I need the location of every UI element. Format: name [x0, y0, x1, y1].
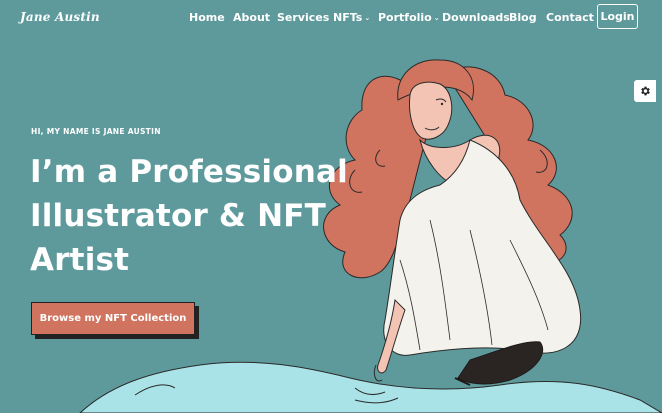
nav-item-nfts[interactable]: NFTs ⌄ [333, 11, 370, 24]
hero-kicker: HI, MY NAME IS JANE AUSTIN [31, 127, 161, 136]
nav-item-blog[interactable]: Blog [509, 11, 537, 24]
nav-item-about[interactable]: About [233, 11, 270, 24]
browse-nft-collection-button[interactable]: Browse my NFT Collection [31, 302, 195, 335]
settings-button[interactable] [634, 80, 656, 102]
nav-item-label: Downloads [442, 11, 510, 24]
site-logo[interactable]: Jane Austin [20, 10, 100, 24]
nav-item-label: Home [189, 11, 225, 24]
nav-item-label: Services [277, 11, 330, 24]
nav-item-label: Portfolio [378, 11, 432, 24]
nav-item-label: Contact [546, 11, 594, 24]
headline-line: Illustrator & NFT [30, 198, 327, 234]
nav-item-downloads[interactable]: Downloads [442, 11, 510, 24]
gear-icon [641, 86, 650, 96]
chevron-down-icon: ⌄ [433, 14, 440, 22]
chevron-down-icon: ⌄ [364, 14, 371, 22]
nav-item-label: About [233, 11, 271, 24]
nav-item-contact[interactable]: Contact [546, 11, 594, 24]
nav-item-label: Blog [509, 11, 537, 24]
nav-item-services[interactable]: Services [277, 11, 329, 24]
top-navigation: Jane Austin Home About Services NFTs ⌄ Po… [0, 0, 662, 36]
login-button[interactable]: Login [597, 4, 638, 29]
headline-line: Artist [30, 242, 130, 278]
nav-item-home[interactable]: Home [189, 11, 225, 24]
nav-item-label: NFTs [333, 11, 363, 24]
nav-item-portfolio[interactable]: Portfolio ⌄ [378, 11, 440, 24]
page: Jane Austin Home About Services NFTs ⌄ Po… [0, 0, 662, 413]
hero-headline: I’m a Professional Illustrator & NFT Art… [30, 150, 390, 282]
headline-line: I’m a Professional [30, 154, 348, 190]
